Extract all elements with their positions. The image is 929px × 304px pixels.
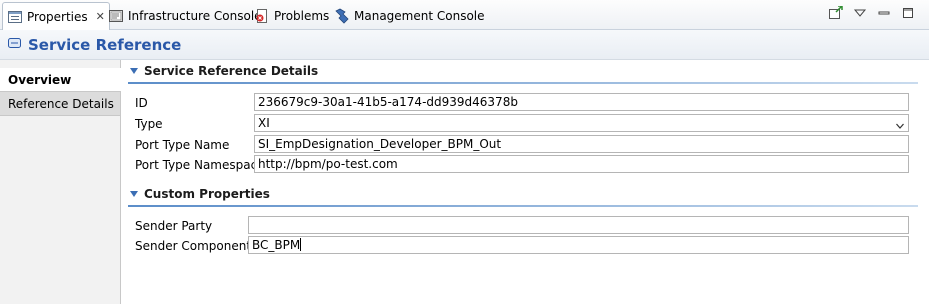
problems-icon: [254, 8, 270, 24]
id-field[interactable]: 236679c9-30a1-41b5-a174-dd939d46378b: [254, 93, 909, 111]
tab-problems-label: Problems: [274, 8, 330, 23]
view-controls: [829, 5, 915, 20]
left-nav: Overview Reference Details: [0, 60, 121, 304]
port-type-namespace-field[interactable]: http://bpm/po-test.com: [254, 155, 909, 173]
id-value: 236679c9-30a1-41b5-a174-dd939d46378b: [258, 95, 518, 109]
section-title-details: Service Reference Details: [144, 64, 319, 78]
nav-item-reference-details-label: Reference Details: [8, 96, 114, 111]
port-type-name-label: Port Type Name: [135, 138, 230, 152]
sender-party-field[interactable]: [248, 216, 909, 234]
chevron-down-icon: [896, 119, 904, 129]
section-divider: [128, 82, 918, 84]
console-icon: [108, 8, 124, 24]
page-title: Service Reference: [28, 35, 182, 54]
sender-component-label: Sender Component: [135, 239, 252, 253]
management-icon: [334, 8, 350, 24]
tab-properties[interactable]: Properties ✕: [2, 2, 110, 30]
sender-component-field[interactable]: BC_BPM: [248, 236, 909, 254]
properties-icon: [7, 9, 23, 25]
port-type-namespace-value: http://bpm/po-test.com: [258, 157, 398, 171]
view-tab-bar: Properties ✕ Infrastructure Console Prob…: [0, 0, 929, 30]
section-toggle-details[interactable]: Service Reference Details: [130, 64, 318, 78]
editor-header: Service Reference: [0, 30, 929, 60]
open-console-icon[interactable]: [829, 5, 843, 20]
tab-problems[interactable]: Problems: [250, 2, 333, 29]
type-label: Type: [135, 117, 163, 131]
nav-item-overview[interactable]: Overview: [0, 68, 121, 92]
minimize-icon[interactable]: [877, 6, 891, 20]
service-reference-icon: [8, 37, 22, 52]
type-select[interactable]: XI: [254, 114, 909, 132]
sender-party-label: Sender Party: [135, 219, 213, 233]
port-type-name-value: SI_EmpDesignation_Developer_BPM_Out: [258, 137, 502, 151]
view-menu-icon[interactable]: [853, 6, 867, 20]
sender-component-value: BC_BPM: [252, 238, 301, 252]
nav-item-overview-label: Overview: [8, 72, 72, 87]
nav-item-reference-details[interactable]: Reference Details: [0, 92, 120, 116]
expand-triangle-icon: [130, 68, 138, 74]
port-type-name-field[interactable]: SI_EmpDesignation_Developer_BPM_Out: [254, 135, 909, 153]
id-label: ID: [135, 96, 148, 110]
type-value: XI: [258, 116, 270, 130]
text-cursor: [300, 238, 302, 251]
section-title-custom: Custom Properties: [144, 187, 270, 201]
section-toggle-custom[interactable]: Custom Properties: [130, 187, 270, 201]
tab-infrastructure-console[interactable]: Infrastructure Console: [104, 2, 266, 29]
tab-management-console-label: Management Console: [354, 8, 485, 23]
tab-infrastructure-console-label: Infrastructure Console: [128, 8, 262, 23]
tab-management-console[interactable]: Management Console: [330, 2, 489, 29]
port-type-namespace-label: Port Type Namespace: [135, 158, 265, 172]
tab-properties-label: Properties: [27, 9, 88, 24]
expand-triangle-icon: [130, 191, 138, 197]
maximize-icon[interactable]: [901, 6, 915, 20]
section-divider: [128, 205, 918, 207]
